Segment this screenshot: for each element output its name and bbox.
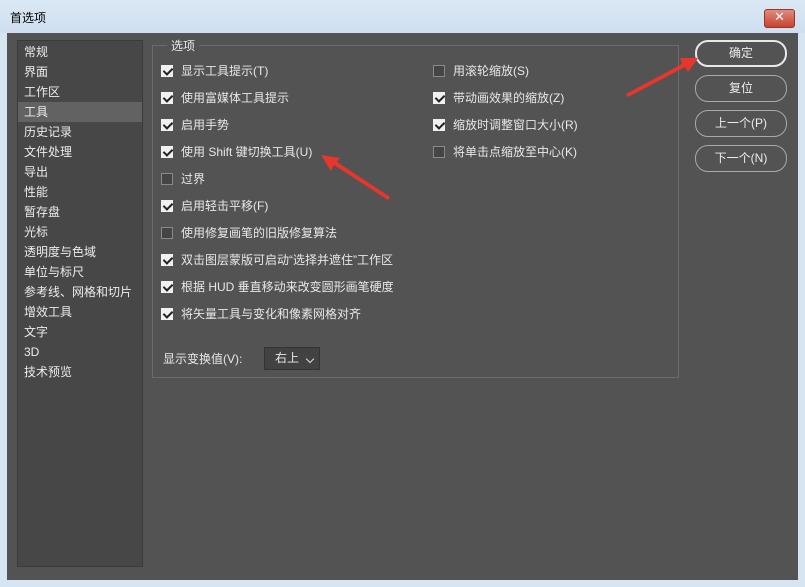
arrow-to-shift-option-icon <box>321 155 390 200</box>
annotation-arrows <box>321 58 698 200</box>
preferences-dialog: 首选项 ✕ 常规 界面 工作区 工具 历史记录 文件处理 导出 性能 暂存盘 光标 透明度与色域 单位… <box>0 0 805 587</box>
arrow-to-ok-button-icon <box>626 58 698 97</box>
